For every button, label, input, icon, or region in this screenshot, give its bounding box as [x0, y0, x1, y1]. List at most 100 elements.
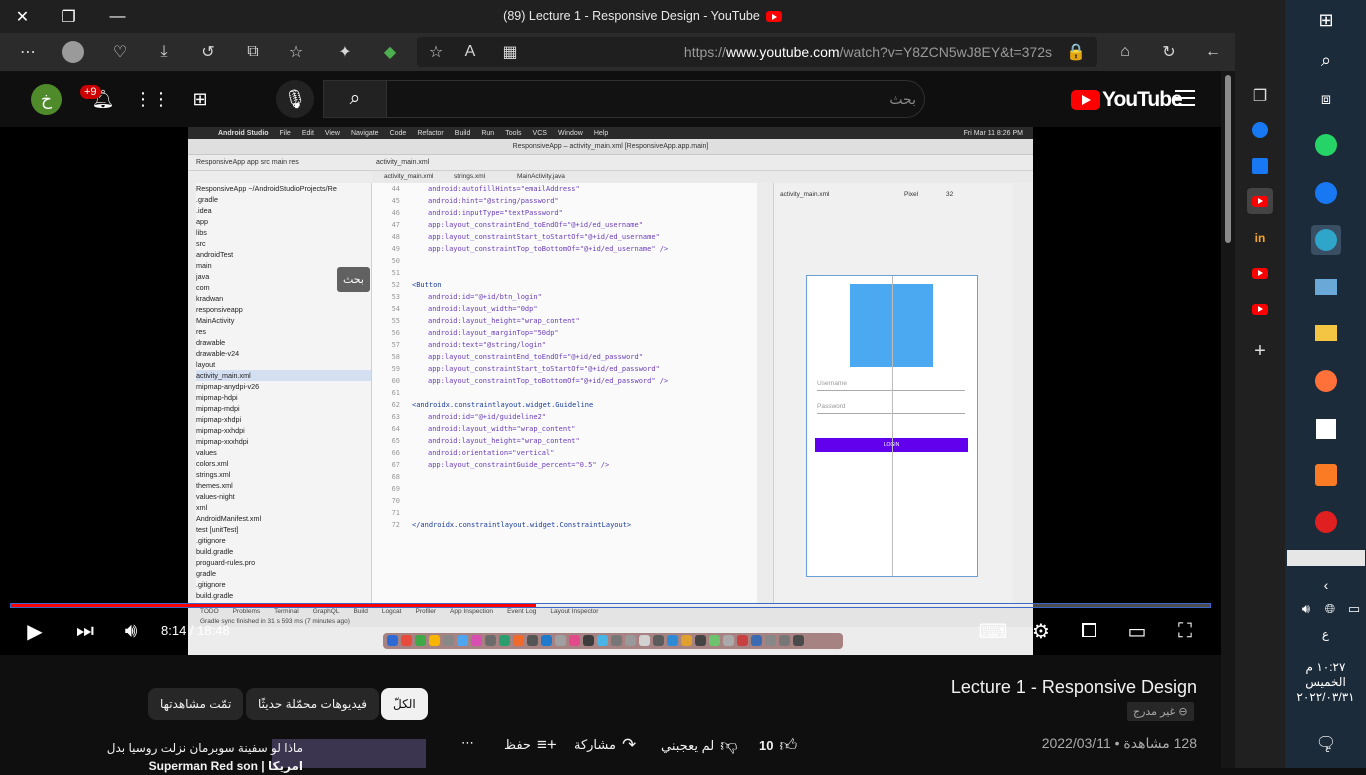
account-avatar[interactable]: خ	[31, 84, 62, 115]
history-icon[interactable]: ↺	[195, 39, 221, 65]
system-clock[interactable]: ١٠:٢٧ م الخميس ٢٠٢٢/٠٣/٣١	[1285, 660, 1366, 705]
battery-icon[interactable]: ▭	[1339, 594, 1366, 624]
share-button[interactable]: مشاركة ↷	[574, 735, 636, 755]
as-code-line: 49 app:layout_constraintTop_toBottomOf="@…	[391, 245, 669, 253]
video-title: Lecture 1 - Responsive Design	[950, 677, 1197, 697]
udemy-tab-icon[interactable]: in	[1247, 225, 1273, 251]
volume-icon[interactable]: 🔊︎	[118, 619, 144, 643]
as-tree-item: build.gradle	[196, 547, 234, 556]
browser-essentials-icon[interactable]: ♡	[107, 39, 133, 65]
more-options-icon[interactable]: ⋯	[15, 39, 41, 65]
facebook-square-icon[interactable]	[1247, 153, 1273, 179]
as-tab: activity_main.xml	[376, 159, 430, 166]
immersive-reader-icon[interactable]: ▦	[497, 39, 523, 65]
search-button[interactable]: ⌕	[323, 80, 387, 118]
favorites-icon[interactable]: ☆	[283, 39, 309, 65]
dock-app-icon	[527, 635, 538, 646]
as-tree-item: mipmap-xxhdpi	[196, 426, 245, 435]
youtube-tab-icon[interactable]	[1247, 188, 1273, 214]
more-actions-icon[interactable]: ⋯	[461, 735, 474, 751]
miniplayer-icon[interactable]: ⧠	[1076, 619, 1102, 643]
profile-icon[interactable]	[60, 39, 86, 65]
settings-gear-icon[interactable]: ⚙	[1028, 619, 1054, 643]
save-button[interactable]: حفظ ≡+	[504, 735, 557, 755]
back-icon[interactable]: ←	[1200, 39, 1226, 65]
youtube-tab-icon[interactable]	[1247, 260, 1273, 286]
theater-mode-icon[interactable]: ▭	[1124, 619, 1150, 643]
as-menu-item: File	[279, 129, 291, 137]
as-code-line: 57 android:text="@string/login"	[391, 341, 547, 349]
create-video-icon[interactable]: ⊞	[187, 86, 213, 112]
lock-icon[interactable]: 🔒	[1063, 39, 1089, 65]
windows-start-icon[interactable]: ⊞	[1311, 5, 1341, 35]
video-player[interactable]: Android Studio File Edit View Navigate C…	[0, 127, 1221, 655]
xampp-icon[interactable]	[1311, 460, 1341, 490]
as-code-editor: 44 android:autofillHints="emailAddress" 45…	[372, 183, 757, 603]
close-window-button[interactable]: ✕	[0, 0, 45, 33]
extension-color-icon[interactable]: ◆	[377, 39, 403, 65]
tray-scrollbar[interactable]	[1287, 550, 1365, 566]
video-progress-bar[interactable]	[10, 603, 1211, 608]
new-tab-icon[interactable]: +	[1247, 338, 1273, 364]
dock-app-icon	[555, 635, 566, 646]
address-bar[interactable]: ☆ A ▦ https://www.youtube.com/watch?v=Y8…	[417, 37, 1097, 67]
file-explorer-icon[interactable]	[1311, 318, 1341, 348]
menu-icon[interactable]	[1175, 90, 1195, 111]
as-menu-item: Help	[593, 129, 609, 137]
voice-search-button[interactable]: 🎙︎	[276, 80, 314, 118]
as-tree-item: .gitignore	[196, 536, 226, 545]
play-icon[interactable]: ▶	[22, 619, 48, 643]
as-code-line: 45 android:hint="@string/password"	[391, 197, 559, 205]
video-frame[interactable]: Android Studio File Edit View Navigate C…	[188, 127, 1033, 655]
youtube-favicon-icon	[765, 11, 782, 23]
dock-app-icon	[723, 635, 734, 646]
input-language[interactable]: ع	[1285, 627, 1366, 641]
facebook-icon[interactable]	[1247, 117, 1273, 143]
scrollbar-thumb[interactable]	[1225, 75, 1231, 243]
as-code-line: 54 android:layout_width="0dp"	[391, 305, 538, 313]
dislike-button[interactable]: لم يعجبني 👎︎	[661, 735, 737, 756]
as-code-line: 58 app:layout_constraintEnd_toEndOf="@+id…	[391, 353, 643, 361]
dock-app-icon	[667, 635, 678, 646]
dock-app-icon	[401, 635, 412, 646]
apps-grid-icon[interactable]: ⋮⋮	[134, 86, 170, 112]
video-meta: 128 مشاهدة • 2022/03/11	[1041, 735, 1197, 751]
facebook-app-icon[interactable]	[1311, 178, 1341, 208]
as-design-file: activity_main.xml	[780, 191, 830, 198]
minimize-window-button[interactable]: —	[95, 0, 140, 33]
youtube-tab-icon[interactable]	[1247, 296, 1273, 322]
whatsapp-icon[interactable]	[1311, 130, 1341, 160]
collections-icon[interactable]: ⧉	[240, 39, 266, 65]
page-scrollbar[interactable]	[1221, 71, 1235, 768]
fullscreen-icon[interactable]: ⛶	[1172, 619, 1198, 643]
search-icon[interactable]: ⌕	[1311, 45, 1341, 75]
as-menu-item: View	[324, 129, 340, 137]
youtube-logo[interactable]: YouTube	[1071, 88, 1183, 112]
task-view-icon[interactable]: ⧈	[1311, 85, 1341, 115]
edge-browser-icon[interactable]	[1311, 225, 1341, 255]
microphone-icon: 🎙︎	[283, 88, 307, 109]
alert-app-icon[interactable]	[1311, 507, 1341, 537]
home-icon[interactable]: ⌂	[1112, 39, 1138, 65]
subtitles-icon[interactable]: ⌨	[979, 619, 1008, 643]
add-favorite-icon[interactable]: ☆	[423, 39, 449, 65]
tab-actions-icon[interactable]: ❐	[1247, 83, 1273, 109]
url-text[interactable]: https://www.youtube.com/watch?v=Y8ZCN5wJ…	[684, 44, 1052, 60]
as-window-title: ResponsiveApp – activity_main.xml [Respo…	[188, 139, 1033, 155]
search-input[interactable]: بحث	[323, 80, 925, 118]
extensions-icon[interactable]: ✦	[332, 39, 358, 65]
remote-desktop-icon[interactable]	[1311, 272, 1341, 302]
recommendation-title[interactable]: ماذا لو سفينة سوبرمان نزلت روسيا بدل امري…	[43, 739, 303, 775]
chip-recently-uploaded[interactable]: فيديوهات محمّلة حديثًا	[246, 688, 379, 720]
next-icon[interactable]: ⏭	[72, 619, 98, 643]
like-button[interactable]: 10 👍︎	[759, 735, 797, 756]
downloads-icon[interactable]: ⤓	[151, 39, 177, 65]
chip-watched[interactable]: تمّت مشاهدتها	[148, 688, 244, 720]
microsoft-store-icon[interactable]	[1311, 414, 1341, 444]
chip-all[interactable]: الكلّ	[381, 688, 428, 720]
as-bottom-tab: Problems	[232, 608, 261, 615]
refresh-icon[interactable]: ↻	[1156, 39, 1182, 65]
firefox-icon[interactable]	[1311, 366, 1341, 396]
restore-window-button[interactable]: ❐	[46, 0, 91, 33]
read-aloud-icon[interactable]: A	[457, 39, 483, 65]
